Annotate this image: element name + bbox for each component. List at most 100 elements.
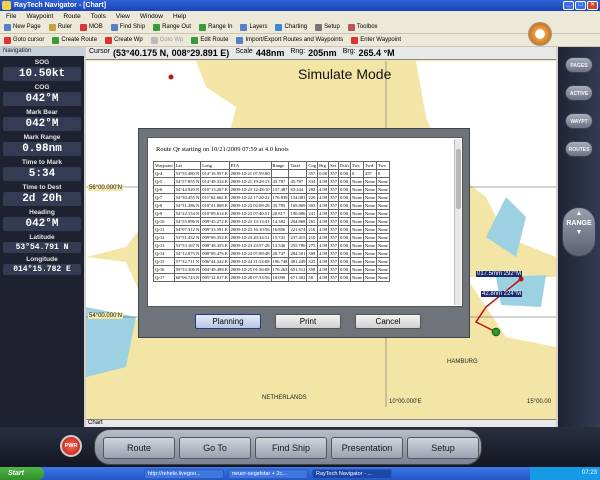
- charting-button[interactable]: Charting: [275, 23, 307, 31]
- table-row[interactable]: Qr6 54°44.920 N 010°13.267 E 2009-10-23 12:…: [153, 185, 390, 194]
- route-nav-button[interactable]: Route: [103, 437, 175, 459]
- close-button[interactable]: ×: [587, 1, 598, 10]
- table-cell: 54°44.920 N: [173, 185, 202, 194]
- table-cell: 4.00: [317, 217, 330, 226]
- nav-item-label: SOG: [34, 59, 50, 66]
- mob-button[interactable]: MOB: [80, 23, 103, 31]
- table-cell: 357: [328, 249, 340, 258]
- layers-button[interactable]: Layers: [240, 23, 267, 31]
- menu-route[interactable]: Route: [63, 13, 80, 20]
- setup-button[interactable]: Setup: [315, 23, 340, 31]
- table-row[interactable]: Qr15 57°32.711 N 006°44.342 E 2009-10-24 21…: [153, 257, 390, 266]
- menu-file[interactable]: File: [6, 13, 16, 20]
- table-cell: 0.00: [338, 177, 351, 186]
- table-row[interactable]: Qr17 60°06.743 N 005°12.017 E 2009-10-28 07…: [153, 273, 390, 282]
- create-route-icon: [52, 36, 60, 44]
- table-cell: 357: [328, 185, 340, 194]
- enter-waypoint-button[interactable]: Enter Waypoint: [351, 36, 401, 44]
- table-cell: 157.487: [270, 185, 290, 194]
- table-cell: Qr7: [153, 193, 175, 202]
- table-cell: 0.00: [338, 273, 351, 282]
- print-button[interactable]: Print: [275, 314, 341, 329]
- table-cell: 357: [328, 225, 340, 234]
- menu-waypoint[interactable]: Waypoint: [26, 13, 53, 20]
- waypoint-marker-north[interactable]: [168, 74, 174, 80]
- table-row[interactable]: Qr8 54°31.286 N 010°41.808 E 2009-10-23 02:…: [153, 201, 390, 210]
- table-cell: Qr6: [153, 185, 175, 194]
- nav-item: Time to Mark 5:34: [0, 156, 84, 181]
- table-header-cell: Drift: [338, 161, 351, 170]
- table-cell: None: [375, 177, 390, 186]
- table-row[interactable]: Qr9 54°22.154 N 010°09.614 E 2009-10-23 07:…: [153, 209, 390, 218]
- table-row[interactable]: Qr16 59°53.306 N 004°48.498 E 2009-10-25 01…: [153, 265, 390, 274]
- chart-tab[interactable]: Chart: [86, 419, 556, 427]
- table-cell: 006°44.342 E: [200, 257, 230, 266]
- find-ship-button[interactable]: Find Ship: [110, 23, 145, 31]
- table-cell: 357: [362, 169, 377, 178]
- range-control[interactable]: ▲ RANGE ▼: [562, 207, 596, 257]
- taskbar-item-browser[interactable]: http://rehele.livegoo...: [144, 468, 224, 479]
- import-export-button[interactable]: Import/Export Routes and Waypoints: [236, 36, 343, 44]
- minimize-button[interactable]: _: [563, 1, 574, 10]
- table-cell: 0.00: [338, 185, 351, 194]
- bottom-nav-panel: PWR Route Go To Find Ship Presentation S…: [0, 427, 600, 467]
- range-in-arrow[interactable]: ▼: [563, 227, 595, 239]
- presentation-nav-button[interactable]: Presentation: [331, 437, 403, 459]
- table-cell: 011°02.662 E: [200, 193, 230, 202]
- setup-nav-button[interactable]: Setup: [407, 437, 479, 459]
- table-cell: 196.748: [270, 257, 290, 266]
- active-button[interactable]: ACTIVE: [565, 85, 593, 101]
- menu-help[interactable]: Help: [173, 13, 186, 20]
- table-cell: 18.090: [270, 273, 290, 282]
- table-cell: 54°12.075 N: [173, 249, 202, 258]
- table-cell: 2009-10-23 02:08:28: [228, 201, 272, 210]
- table-row[interactable]: Qr11 54°07.312 N 009°33.591 E 2009-10-23 16…: [153, 225, 390, 234]
- table-row[interactable]: Qr14 54°12.075 N 008°09.476 E 2009-10-24 07…: [153, 249, 390, 258]
- table-cell: None: [349, 193, 364, 202]
- cancel-button[interactable]: Cancel: [355, 314, 421, 329]
- waypt-button[interactable]: WAYPT: [565, 113, 593, 129]
- find-ship-nav-button[interactable]: Find Ship: [255, 437, 327, 459]
- nav-item-value: 10.50kt: [3, 67, 81, 81]
- start-button[interactable]: Start: [0, 467, 44, 480]
- taskbar-item-raytech[interactable]: RayTech Navigator - ...: [312, 468, 392, 479]
- table-cell: 54°07.312 N: [173, 225, 202, 234]
- waypoint-marker[interactable]: [518, 276, 524, 282]
- range-out-arrow[interactable]: ▲: [563, 208, 595, 220]
- pages-button[interactable]: PAGES: [565, 57, 593, 73]
- edit-route-button[interactable]: Edit Route: [191, 36, 228, 44]
- table-row[interactable]: Qr12 53°51.432 N 009°09.352 E 2009-10-23 20…: [153, 233, 390, 242]
- routes-button[interactable]: ROUTES: [565, 141, 593, 157]
- maximize-button[interactable]: □: [575, 1, 586, 10]
- create-wp-button[interactable]: Create Wp: [105, 36, 143, 44]
- goto-nav-button[interactable]: Go To: [179, 437, 251, 459]
- scrollbar-thumb[interactable]: [456, 149, 461, 209]
- table-row[interactable]: Qr7 54°30.455 N 011°02.662 E 2009-10-22 17:…: [153, 193, 390, 202]
- taskbar-item-browser-2[interactable]: neuer-segelstar + 2c...: [228, 468, 308, 479]
- table-cell: None: [349, 273, 364, 282]
- goto-wp-button[interactable]: Goto Wp: [150, 36, 183, 44]
- raytech-logo: [528, 22, 552, 46]
- menu-window[interactable]: Window: [140, 13, 163, 20]
- table-cell: 357: [328, 257, 340, 266]
- table-row[interactable]: Qr4 53°55.480 N 014°16.957 E 2009-10-21 07:…: [153, 169, 390, 178]
- report-scrollbar[interactable]: [454, 139, 461, 305]
- goto-cursor-button[interactable]: Goto cursor: [4, 36, 44, 44]
- create-route-button[interactable]: Create Route: [52, 36, 97, 44]
- table-row[interactable]: Qr10 54°55.896 N 009°45.272 E 2009-10-23 13…: [153, 217, 390, 226]
- toolbox-button[interactable]: Toolbox: [347, 23, 378, 31]
- table-row[interactable]: Qr13 53°53.167 N 008°48.355 E 2009-10-23 23…: [153, 241, 390, 250]
- menu-view[interactable]: View: [116, 13, 130, 20]
- range-out-button[interactable]: Range Out: [153, 23, 191, 31]
- range-in-button[interactable]: Range In: [199, 23, 232, 31]
- new-page-button[interactable]: New Page: [4, 23, 41, 31]
- nav-item-value: 042°M: [3, 217, 81, 231]
- table-cell: None: [349, 257, 364, 266]
- table-row[interactable]: Qr5 54°57.855 N 014°48.334 E 2009-10-21 19:…: [153, 177, 390, 186]
- menu-tools[interactable]: Tools: [91, 13, 106, 20]
- ruler-button[interactable]: Ruler: [48, 23, 72, 31]
- power-button[interactable]: PWR: [60, 435, 82, 457]
- vessel-marker[interactable]: [491, 327, 501, 337]
- table-cell: 16.806: [270, 225, 290, 234]
- planning-button[interactable]: Planning: [195, 314, 261, 329]
